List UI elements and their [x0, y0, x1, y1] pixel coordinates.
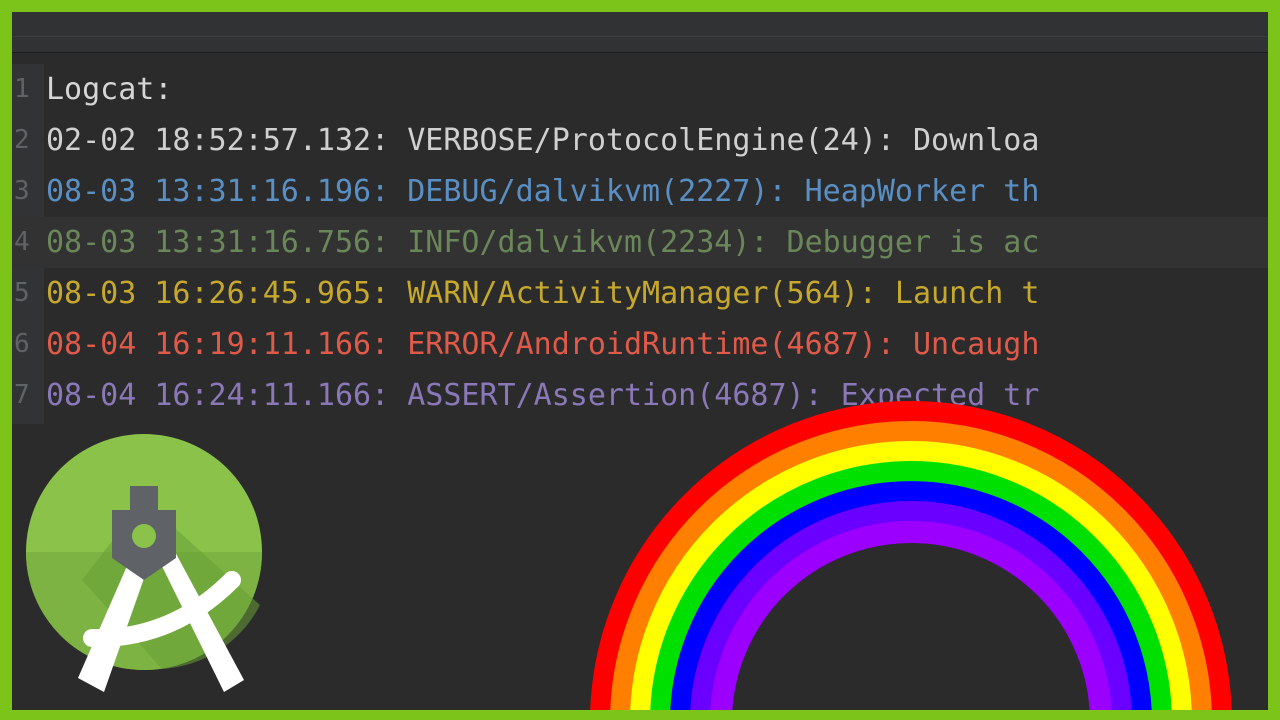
- tab-bar-divider: [12, 36, 1268, 37]
- rainbow-icon: [590, 401, 1232, 710]
- android-studio-logo-icon: [26, 434, 262, 692]
- line-number: 2: [14, 125, 30, 155]
- code-line: 2 02-02 18:52:57.132: VERBOSE/ProtocolEn…: [12, 115, 1268, 166]
- line-number: 5: [14, 278, 30, 308]
- line-number: 1: [14, 74, 30, 104]
- code-line: 6 08-04 16:19:11.166: ERROR/AndroidRunti…: [12, 319, 1268, 370]
- line-number: 3: [14, 176, 30, 206]
- line-number: 4: [14, 227, 30, 257]
- line-text: 08-03 13:31:16.756: INFO/dalvikvm(2234):…: [46, 225, 1040, 260]
- line-text: 08-03 16:26:45.965: WARN/ActivityManager…: [46, 276, 1040, 311]
- line-number: 7: [14, 380, 30, 410]
- line-text: Logcat:: [46, 72, 173, 107]
- line-text: 08-03 13:31:16.196: DEBUG/dalvikvm(2227)…: [46, 174, 1040, 209]
- logcat-text-area[interactable]: 1 Logcat: 2 02-02 18:52:57.132: VERBOSE/…: [12, 64, 1268, 421]
- code-line: 1 Logcat:: [12, 64, 1268, 115]
- line-number: 6: [14, 329, 30, 359]
- line-text: 02-02 18:52:57.132: VERBOSE/ProtocolEngi…: [46, 123, 1040, 158]
- code-line-current: 4 08-03 13:31:16.756: INFO/dalvikvm(2234…: [12, 217, 1268, 268]
- line-text: 08-04 16:19:11.166: ERROR/AndroidRuntime…: [46, 327, 1040, 362]
- tab-bar: [12, 12, 1268, 53]
- code-line: 3 08-03 13:31:16.196: DEBUG/dalvikvm(222…: [12, 166, 1268, 217]
- code-line: 5 08-03 16:26:45.965: WARN/ActivityManag…: [12, 268, 1268, 319]
